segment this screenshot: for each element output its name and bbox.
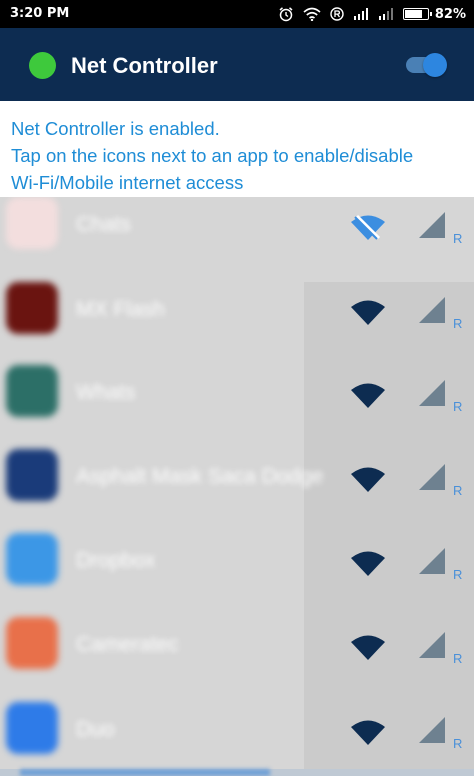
signal-icon (378, 8, 394, 20)
roaming-label: R (453, 483, 463, 498)
bottom-strip-accent (20, 769, 270, 776)
app-name: Chats (76, 213, 131, 236)
battery-percent: 82% (434, 6, 466, 22)
app-list[interactable]: Chats R MX Flash R Whats R Asphalt Mask Saca D… (0, 197, 474, 776)
app-name: Asphalt Mask Saca Dodge (76, 465, 324, 488)
app-name: Dropbox (76, 549, 156, 572)
signal-icon (353, 8, 369, 20)
status-icons: 82% (278, 4, 466, 24)
cellular-signal-icon (419, 632, 445, 658)
cellular-signal-icon (419, 297, 445, 323)
app-icon (6, 197, 58, 249)
alarm-icon (278, 6, 294, 22)
info-banner: Net Controller is enabled. Tap on the ic… (0, 101, 474, 197)
wifi-icon[interactable] (350, 718, 388, 748)
cellular-signal-icon (419, 212, 445, 238)
wifi-off-icon[interactable] (350, 213, 388, 243)
app-name: Whats (76, 381, 136, 404)
wifi-icon[interactable] (350, 298, 388, 328)
roaming-label: R (453, 651, 463, 666)
battery-indicator: 82% (402, 6, 466, 22)
mobile-data-toggle[interactable]: R (415, 629, 465, 669)
app-row: Duo R (0, 702, 474, 776)
app-row: Asphalt Mask Saca Dodge R (0, 449, 474, 533)
cellular-signal-icon (419, 717, 445, 743)
info-line-enabled: Net Controller is enabled. (11, 118, 220, 139)
app-title: Net Controller (71, 53, 218, 78)
master-enable-toggle[interactable] (406, 51, 450, 79)
status-time: 3:20 PM (10, 6, 70, 21)
app-name: Cameratec (76, 633, 179, 656)
cellular-signal-icon (419, 548, 445, 574)
roaming-label: R (453, 399, 463, 414)
roaming-label: R (453, 231, 463, 246)
toggle-thumb (423, 53, 447, 77)
mobile-data-toggle[interactable]: R (415, 714, 465, 754)
enabled-status-dot (29, 52, 56, 79)
app-row: Dropbox R (0, 533, 474, 617)
app-row: Chats R (0, 197, 474, 281)
wifi-icon[interactable] (350, 465, 388, 495)
app-icon (6, 617, 58, 669)
app-icon (6, 365, 58, 417)
app-icon (6, 533, 58, 585)
app-row: Whats R (0, 365, 474, 449)
roaming-label: R (453, 567, 463, 582)
mobile-data-toggle[interactable]: R (415, 294, 465, 334)
app-row: MX Flash R (0, 282, 474, 366)
battery-icon (402, 8, 432, 20)
cellular-signal-icon (419, 464, 445, 490)
mobile-data-toggle[interactable]: R (415, 209, 465, 249)
app-name: Duo (76, 718, 115, 741)
roaming-label: R (453, 736, 463, 751)
mobile-data-toggle[interactable]: R (415, 461, 465, 501)
bottom-strip (0, 769, 474, 776)
cellular-signal-icon (419, 380, 445, 406)
info-line-instructions: Tap on the icons next to an app to enabl… (11, 145, 414, 166)
app-name: MX Flash (76, 298, 165, 321)
mobile-data-toggle[interactable]: R (415, 377, 465, 417)
wifi-icon[interactable] (350, 633, 388, 663)
status-bar: 3:20 PM 82% (0, 0, 474, 28)
info-line-access: Wi-Fi/Mobile internet access (11, 172, 244, 193)
mobile-data-toggle[interactable]: R (415, 545, 465, 585)
roaming-label: R (453, 316, 463, 331)
wifi-icon[interactable] (350, 549, 388, 579)
app-icon (6, 702, 58, 754)
wifi-icon[interactable] (350, 381, 388, 411)
app-icon (6, 282, 58, 334)
registered-icon (330, 7, 344, 21)
app-icon (6, 449, 58, 501)
battery-fill (404, 10, 423, 18)
app-bar: Net Controller (0, 28, 474, 101)
app-row: Cameratec R (0, 617, 474, 701)
wifi-icon (303, 7, 321, 21)
